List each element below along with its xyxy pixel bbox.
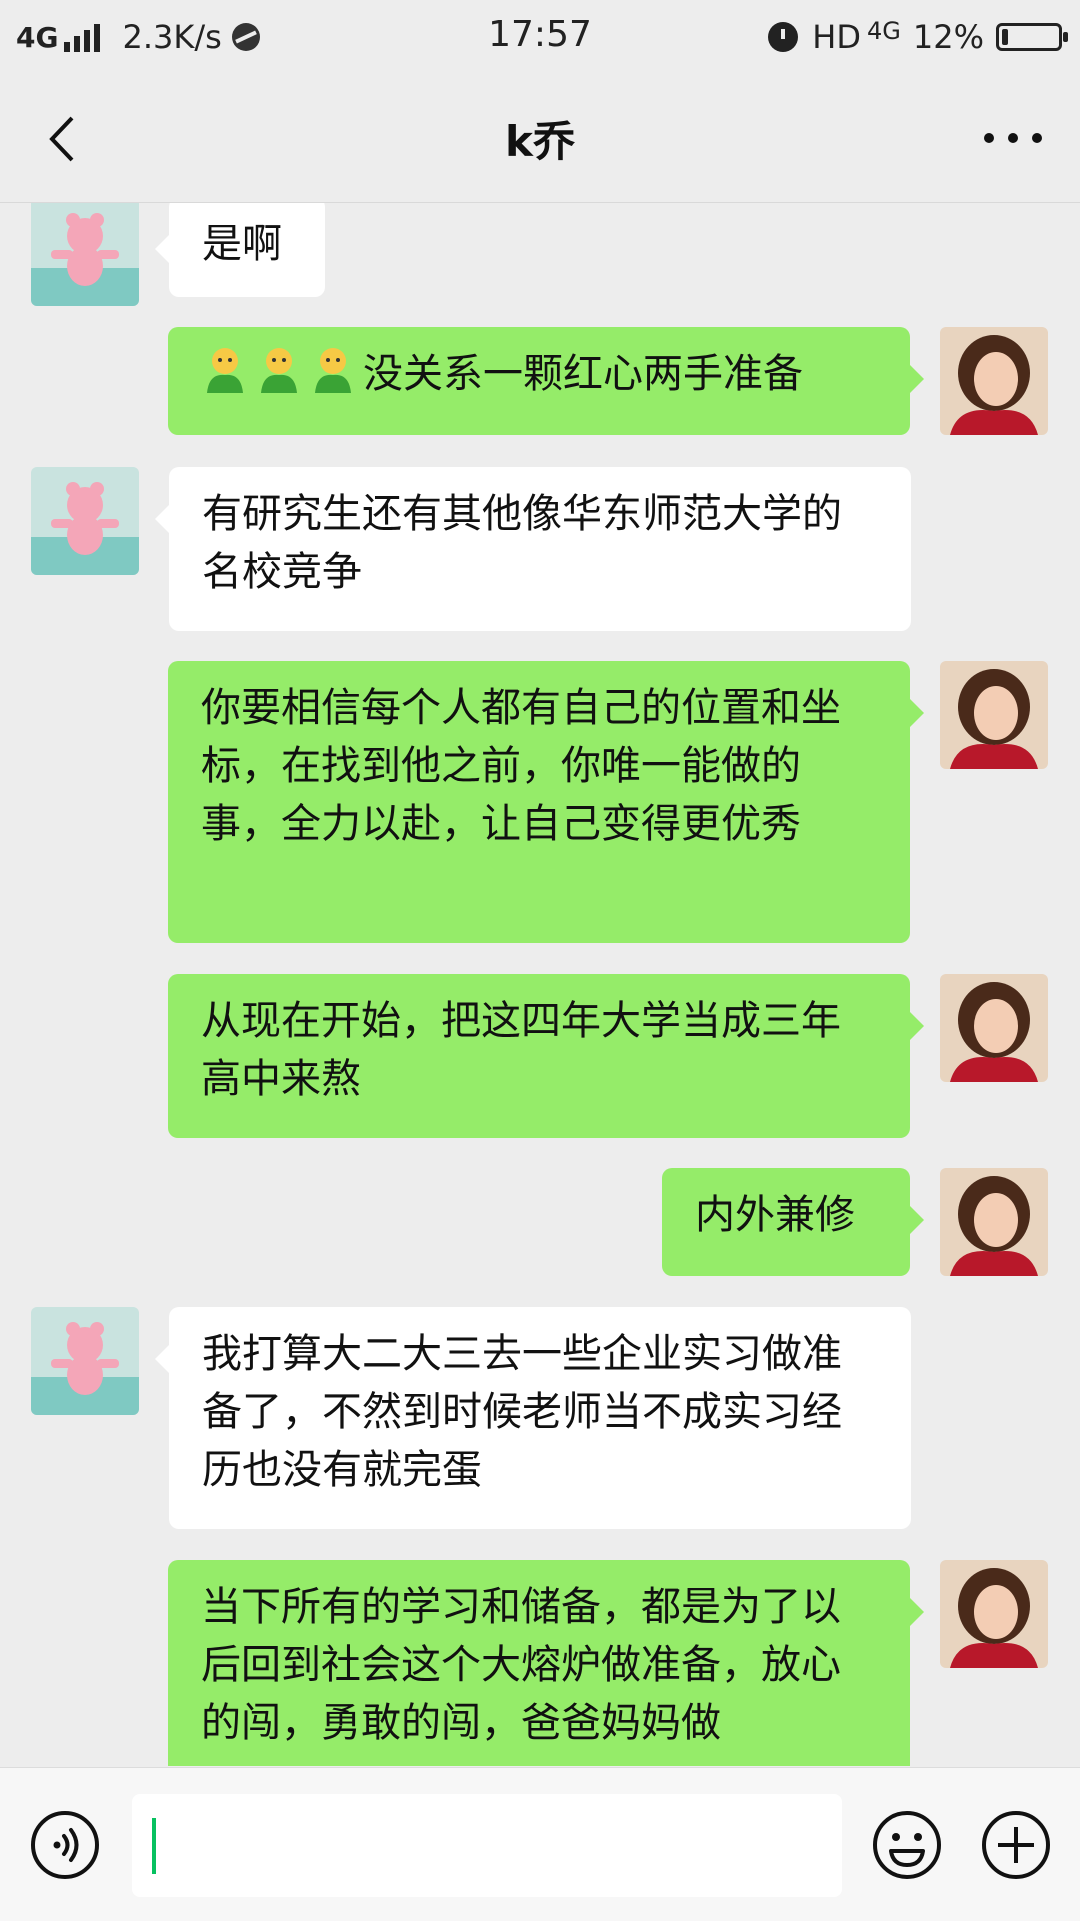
- green-person-emoji: [261, 348, 297, 393]
- message-text: 没关系一颗红心两手准备: [363, 351, 803, 397]
- message-text: 你要相信每个人都有自己的位置和坐标，在找到他之前，你唯一能做的事，全力以赴，让自…: [201, 685, 841, 847]
- contact-avatar[interactable]: [31, 1307, 139, 1415]
- text-cursor: [152, 1818, 156, 1874]
- contact-avatar[interactable]: [31, 467, 139, 575]
- message-text: 内外兼修: [695, 1192, 855, 1238]
- self-avatar[interactable]: [940, 1560, 1048, 1668]
- green-person-emoji: [207, 348, 243, 393]
- message-text: 从现在开始，把这四年大学当成三年高中来熬: [201, 998, 841, 1102]
- message-bubble-sent[interactable]: 没关系一颗红心两手准备: [168, 327, 924, 435]
- network-type-right: 4G: [867, 17, 901, 45]
- message-bubble-sent[interactable]: 内外兼修: [662, 1168, 924, 1276]
- chat-title: k乔: [505, 117, 575, 166]
- message-bubble-received[interactable]: 有研究生还有其他像华东师范大学的名校竞争: [155, 467, 911, 631]
- message-bubble-received[interactable]: 是啊: [155, 203, 325, 297]
- message-bubble-sent[interactable]: 当下所有的学习和储备，都是为了以后回到社会这个大熔炉做准备，放心的闯，勇敢的闯，…: [168, 1560, 924, 1766]
- emoji-icon[interactable]: [871, 1809, 943, 1881]
- green-person-emoji: [315, 348, 351, 393]
- hd-label: HD: [812, 18, 861, 56]
- message-text: 我打算大二大三去一些企业实习做准备了，不然到时候老师当不成实习经历也没有就完蛋: [202, 1331, 842, 1493]
- message-bubble-received[interactable]: 我打算大二大三去一些企业实习做准备了，不然到时候老师当不成实习经历也没有就完蛋: [155, 1307, 911, 1529]
- status-bar: 4G 2.3K/s 17:57 HD 4G 12%: [0, 0, 1080, 74]
- self-avatar[interactable]: [940, 1168, 1048, 1276]
- alarm-icon: [768, 22, 799, 52]
- message-text: 是啊: [202, 221, 282, 267]
- self-avatar[interactable]: [940, 327, 1048, 435]
- voice-input-icon[interactable]: [29, 1809, 101, 1881]
- contact-avatar[interactable]: [31, 203, 139, 306]
- input-bar: [0, 1767, 1080, 1921]
- status-right: HD 4G 12%: [768, 14, 1068, 60]
- chat-area[interactable]: 是啊 没关系一颗红心两手准备 有研究生还有其他像华东师范大学的名校竞争 你要相信…: [0, 203, 1080, 1766]
- battery-percent: 12%: [912, 18, 984, 56]
- message-text: 有研究生还有其他像华东师范大学的名校竞争: [202, 491, 842, 595]
- message-bubble-sent[interactable]: 你要相信每个人都有自己的位置和坐标，在找到他之前，你唯一能做的事，全力以赴，让自…: [168, 661, 924, 943]
- more-icon[interactable]: [984, 128, 1042, 148]
- message-text: 当下所有的学习和储备，都是为了以后回到社会这个大熔炉做准备，放心的闯，勇敢的闯，…: [201, 1584, 841, 1746]
- battery-icon: [996, 23, 1068, 51]
- nav-bar: k乔: [0, 74, 1080, 203]
- message-input[interactable]: [132, 1794, 842, 1897]
- self-avatar[interactable]: [940, 974, 1048, 1082]
- self-avatar[interactable]: [940, 661, 1048, 769]
- plus-icon[interactable]: [980, 1809, 1052, 1881]
- message-bubble-sent[interactable]: 从现在开始，把这四年大学当成三年高中来熬: [168, 974, 924, 1138]
